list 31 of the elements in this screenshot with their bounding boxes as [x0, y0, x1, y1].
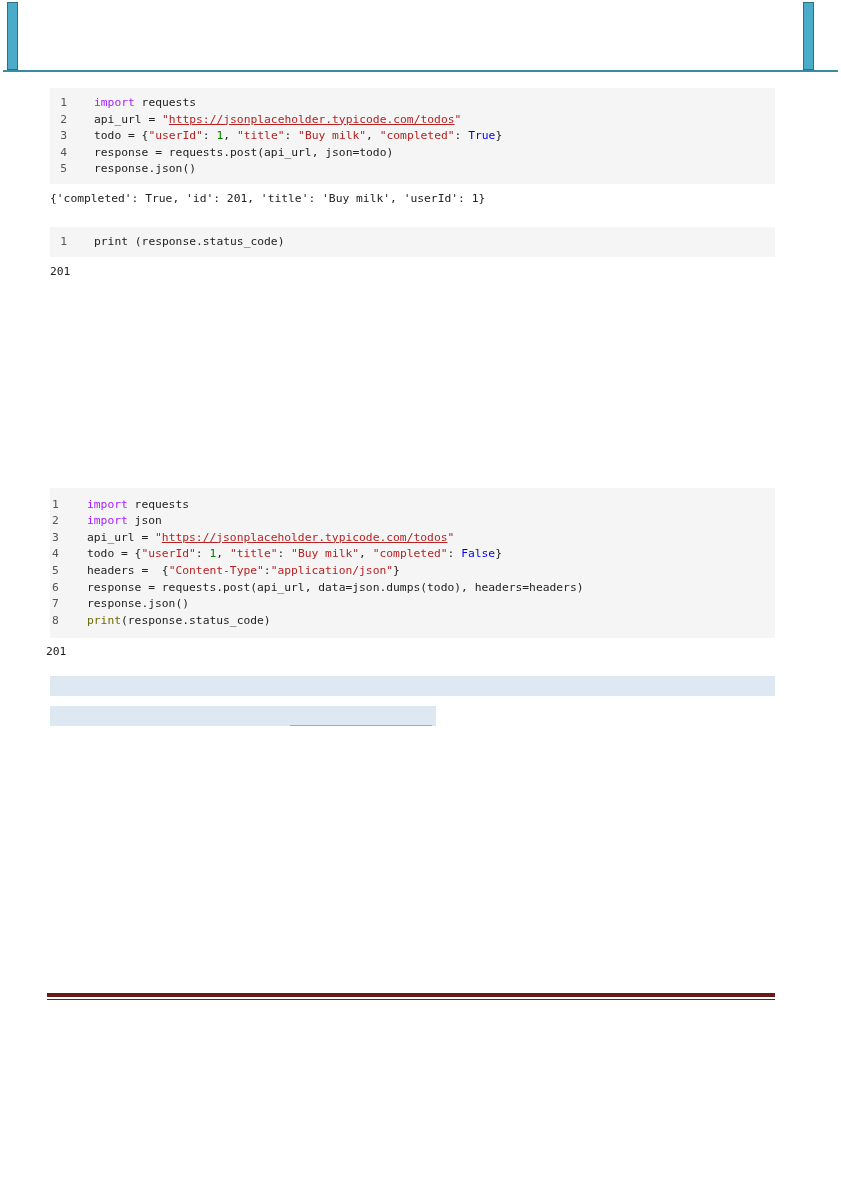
code-line: import requests: [87, 496, 190, 513]
line-number: 1: [51, 496, 60, 513]
code-line: import json: [87, 513, 162, 530]
line-number: 2: [51, 513, 60, 530]
line-number: 3: [59, 128, 68, 145]
code-line: response.json(): [87, 596, 190, 613]
line-number: 1: [59, 95, 68, 111]
cell-output: {'completed': True, 'id': 201, 'title': 'Buy milk', 'userId': 1}: [50, 191, 486, 205]
code-line: headers = {"Content-Type":"application/json"}: [87, 562, 400, 579]
cell-output: 201: [46, 645, 67, 659]
code-line: api_url = "https://jsonplaceholder.typicode.com/todos": [94, 111, 462, 128]
code-line: print (response.status_code): [94, 233, 285, 250]
code-line: response = requests.post(api_url, json=todo): [94, 144, 394, 161]
line-number: 7: [51, 596, 60, 613]
line-number: 8: [51, 612, 60, 629]
code-line: print(response.status_code): [87, 612, 271, 629]
code-line: response.json(): [94, 161, 197, 178]
line-number: 1: [59, 233, 68, 250]
code-line: import requests: [94, 95, 197, 111]
line-number: 2: [59, 111, 68, 128]
line-number: 5: [51, 562, 60, 579]
line-number: 4: [51, 546, 60, 563]
cell-output: 201: [50, 264, 71, 278]
code-line: todo = {"userId": 1, "title": "Buy milk", "completed": False}: [87, 546, 502, 563]
line-number: 5: [59, 161, 68, 178]
code-line: response = requests.post(api_url, data=json.dumps(todo), headers=headers): [87, 579, 584, 596]
line-number: 4: [59, 144, 68, 161]
line-number: 3: [51, 529, 60, 546]
code-line: todo = {"userId": 1, "title": "Buy milk", "completed": True}: [94, 128, 503, 145]
code-line: api_url = "https://jsonplaceholder.typicode.com/todos": [87, 529, 455, 546]
line-number: 6: [51, 579, 60, 596]
